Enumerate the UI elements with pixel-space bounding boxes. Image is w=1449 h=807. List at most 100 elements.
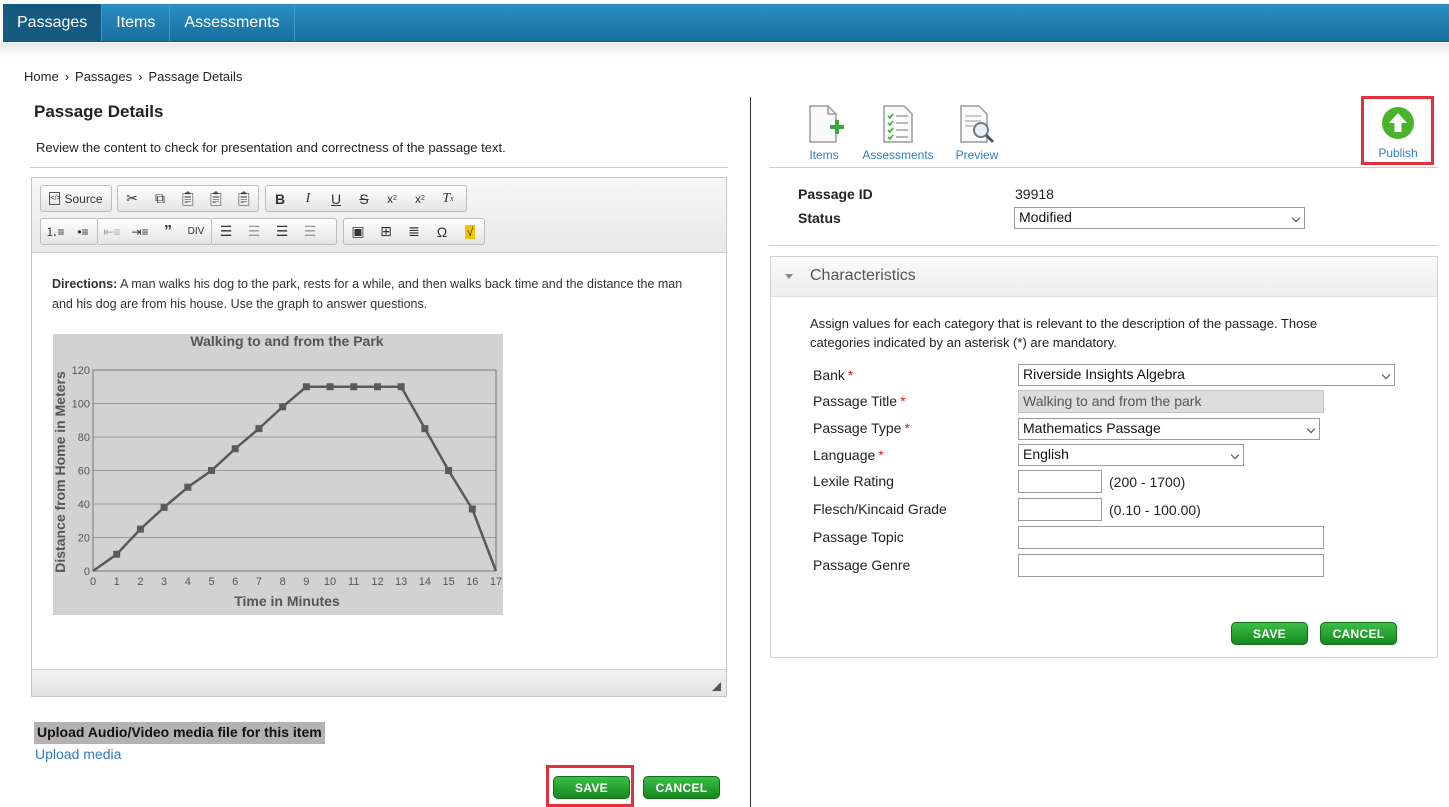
x-tick-label: 17 — [490, 576, 502, 588]
status-selected-value: Modified — [1019, 209, 1072, 225]
directions-label: Directions: — [52, 277, 118, 291]
language-label: Language * — [813, 447, 884, 463]
cut-icon[interactable]: ✂ — [118, 186, 146, 211]
subscript-icon[interactable]: x2 — [378, 186, 406, 211]
numbered-list-icon[interactable]: ⒈≡ — [41, 219, 69, 244]
language-select[interactable]: English — [1018, 444, 1244, 466]
tab-assessments[interactable]: Assessments — [170, 4, 295, 41]
passage-genre-label: Passage Genre — [813, 557, 911, 573]
publish-button[interactable]: Publish — [1370, 106, 1426, 160]
passage-id-label: Passage ID — [798, 186, 873, 202]
special-char-icon[interactable]: Ω — [428, 219, 456, 244]
passage-genre-input[interactable] — [1018, 554, 1324, 577]
collapse-triangle-icon — [785, 274, 793, 279]
breadcrumb-passages[interactable]: Passages — [75, 69, 132, 84]
x-tick-label: 2 — [137, 576, 143, 588]
save-button[interactable]: SAVE — [553, 776, 630, 799]
blockquote-icon[interactable]: ” — [154, 219, 182, 244]
lexile-range-hint: (200 - 1700) — [1109, 474, 1186, 490]
breadcrumb-current: Passage Details — [148, 69, 243, 84]
x-tick-label: 13 — [395, 576, 407, 588]
passage-type-select[interactable]: Mathematics Passage — [1018, 418, 1320, 440]
remove-format-icon[interactable]: Tx — [434, 186, 462, 211]
chevron-down-icon — [1291, 213, 1301, 223]
table-icon[interactable]: ⊞ — [372, 219, 400, 244]
strikethrough-icon[interactable]: S — [350, 186, 378, 211]
y-tick-label: 40 — [78, 499, 90, 511]
checklist-icon — [878, 104, 918, 144]
y-axis-label: Distance from Home in Meters — [53, 371, 68, 573]
y-tick-label: 120 — [72, 365, 90, 377]
breadcrumb-home[interactable]: Home — [24, 69, 59, 84]
flesch-input[interactable] — [1018, 498, 1102, 521]
copy-icon[interactable]: ⧉ — [146, 186, 174, 211]
lexile-input[interactable] — [1018, 470, 1102, 493]
bulleted-list-icon[interactable]: •≡ — [69, 219, 97, 244]
paste-word-icon[interactable]: 📋︎ — [230, 186, 258, 211]
bank-selected-value: Riverside Insights Algebra — [1023, 366, 1185, 382]
toolbar-group-clipboard: ✂ ⧉ 📋︎ 📋︎ 📋︎ — [117, 185, 259, 212]
align-right-icon[interactable]: ☰ — [268, 219, 296, 244]
page-description: Review the content to check for presenta… — [36, 140, 506, 155]
directions-text: A man walks his dog to the park, rests f… — [52, 277, 683, 311]
bold-icon[interactable]: B — [266, 186, 294, 211]
passage-type-selected-value: Mathematics Passage — [1023, 420, 1161, 436]
characteristics-save-button[interactable]: SAVE — [1231, 622, 1308, 645]
outdent-icon[interactable]: ⇤≡ — [98, 219, 126, 244]
chevron-down-icon — [1230, 450, 1240, 460]
indent-icon[interactable]: ⇥≡ — [126, 219, 154, 244]
characteristics-title: Characteristics — [810, 267, 916, 284]
preview-action-label: Preview — [955, 148, 999, 162]
breadcrumb-separator: › — [138, 69, 143, 84]
x-tick-label: 9 — [303, 576, 309, 588]
assessments-action-label: Assessments — [862, 148, 934, 162]
x-tick-label: 1 — [114, 576, 120, 588]
horizontal-line-icon[interactable]: ≣ — [400, 219, 428, 244]
header-shadow — [0, 43, 1449, 59]
toolbar-group-indent: ⇤≡ ⇥≡ ” DIV — [98, 218, 212, 245]
items-action[interactable]: Items — [803, 104, 845, 162]
align-left-icon[interactable]: ☰ — [212, 219, 240, 244]
tab-items[interactable]: Items — [102, 4, 171, 41]
x-tick-label: 15 — [442, 576, 454, 588]
x-tick-label: 6 — [232, 576, 238, 588]
passage-id-value: 39918 — [1015, 186, 1054, 202]
passage-type-label: Passage Type * — [813, 420, 910, 436]
resize-handle-icon[interactable] — [712, 682, 721, 691]
underline-icon[interactable]: U — [322, 186, 350, 211]
publish-upload-icon — [1381, 106, 1415, 140]
preview-action[interactable]: Preview — [953, 104, 1001, 162]
assessments-action[interactable]: Assessments — [860, 104, 936, 162]
passage-topic-input[interactable] — [1018, 526, 1324, 549]
status-select[interactable]: Modified — [1014, 207, 1305, 229]
source-button[interactable]: </> Source — [41, 186, 111, 211]
paste-text-icon[interactable]: 📋︎ — [202, 186, 230, 211]
top-navigation: Passages Items Assessments — [3, 4, 1449, 42]
preview-magnifier-icon — [957, 104, 997, 144]
create-div-icon[interactable]: DIV — [182, 219, 210, 244]
math-icon[interactable]: √ — [456, 219, 484, 244]
italic-icon[interactable]: I — [294, 186, 322, 211]
document-add-icon — [804, 104, 844, 144]
data-point — [184, 483, 192, 491]
bank-select[interactable]: Riverside Insights Algebra — [1018, 364, 1395, 386]
align-justify-icon[interactable]: ☰ — [296, 219, 324, 244]
editor-content[interactable]: Directions: A man walks his dog to the p… — [32, 254, 726, 670]
tab-passages[interactable]: Passages — [3, 4, 103, 41]
divider — [769, 167, 1438, 168]
paste-icon[interactable]: 📋︎ — [174, 186, 202, 211]
language-label-text: Language — [813, 447, 876, 463]
x-tick-label: 7 — [256, 576, 262, 588]
characteristics-cancel-button[interactable]: CANCEL — [1320, 622, 1397, 645]
rich-text-editor: </> Source ✂ ⧉ 📋︎ 📋︎ 📋︎ B I U S x2 x2 Tx … — [31, 177, 727, 697]
image-icon[interactable]: ▣ — [344, 219, 372, 244]
data-point — [255, 425, 263, 433]
superscript-icon[interactable]: x2 — [406, 186, 434, 211]
characteristics-header[interactable]: Characteristics — [771, 257, 1437, 297]
data-point — [468, 505, 476, 513]
cancel-button[interactable]: CANCEL — [643, 776, 720, 799]
directions-paragraph: Directions: A man walks his dog to the p… — [52, 274, 706, 314]
upload-media-link[interactable]: Upload media — [35, 746, 121, 762]
x-tick-label: 14 — [419, 576, 431, 588]
align-center-icon[interactable]: ☰ — [240, 219, 268, 244]
